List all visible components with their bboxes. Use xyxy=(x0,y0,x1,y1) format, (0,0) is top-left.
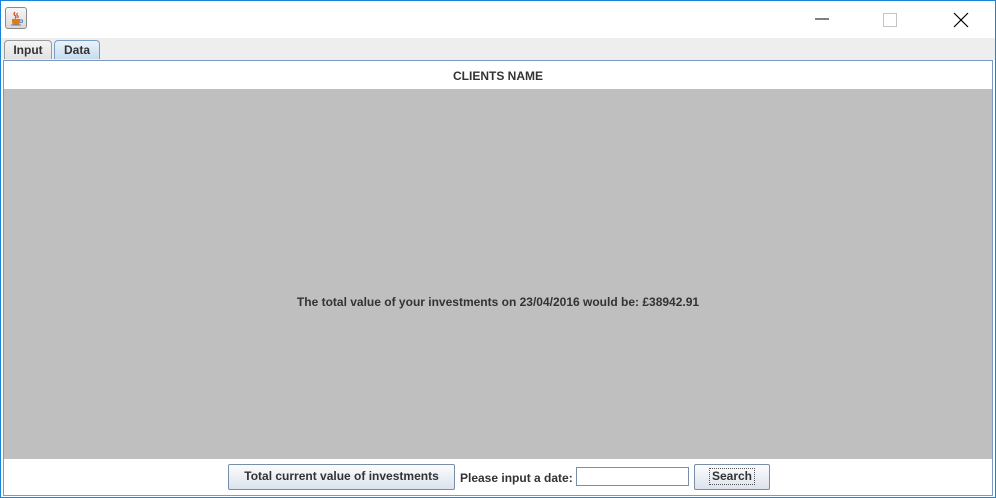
minimize-button[interactable] xyxy=(799,1,845,37)
app-window: Input Data CLIENTS NAME The total value … xyxy=(0,0,996,498)
date-label: Please input a date: xyxy=(460,471,573,485)
tab-data[interactable]: Data xyxy=(54,40,100,59)
total-current-value-button[interactable]: Total current value of investments xyxy=(228,464,455,490)
minimize-icon xyxy=(815,18,829,20)
result-area: The total value of your investments on 2… xyxy=(4,89,992,459)
data-panel: CLIENTS NAME The total value of your inv… xyxy=(3,60,993,496)
maximize-icon xyxy=(883,13,897,27)
tab-input[interactable]: Input xyxy=(4,40,52,59)
search-button[interactable]: Search xyxy=(694,464,770,490)
tab-strip: Input Data xyxy=(1,38,995,60)
maximize-button[interactable] xyxy=(867,1,913,37)
search-button-label: Search xyxy=(708,468,756,485)
close-icon xyxy=(953,12,969,28)
java-icon[interactable] xyxy=(5,7,27,29)
close-button[interactable] xyxy=(938,1,984,37)
date-input[interactable] xyxy=(576,467,689,486)
title-bar[interactable] xyxy=(1,1,995,38)
investment-result-text: The total value of your investments on 2… xyxy=(296,295,700,309)
clients-name-header: CLIENTS NAME xyxy=(453,69,543,83)
